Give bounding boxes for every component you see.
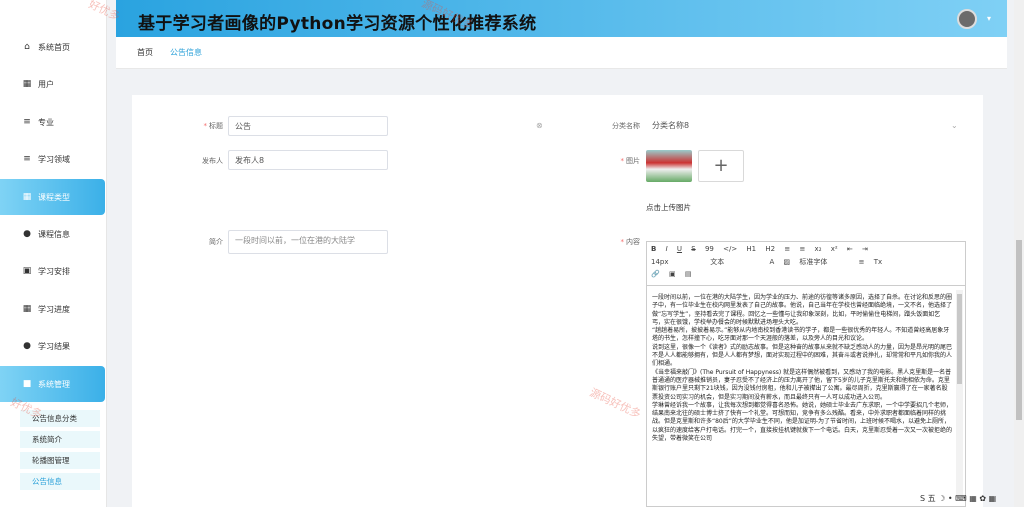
page-title: 基于学习者画像的Python学习资源个性化推荐系统 bbox=[138, 14, 537, 34]
clear-format-icon[interactable]: Tx bbox=[874, 258, 882, 266]
link-icon[interactable]: 🔗 bbox=[651, 270, 660, 278]
briefcase-icon: ■ bbox=[22, 379, 32, 389]
superscript-button[interactable]: x² bbox=[831, 245, 838, 253]
title-label: * 标题 bbox=[203, 122, 224, 130]
category-label: 分类名称 bbox=[612, 122, 640, 130]
strike-button[interactable]: S bbox=[691, 245, 695, 253]
summary-textarea[interactable]: 一段时间以前，一位在港的大陆学 bbox=[228, 230, 388, 254]
sidebar-item-label: 课程信息 bbox=[38, 229, 70, 239]
title-input[interactable]: 公告 bbox=[228, 116, 388, 136]
underline-button[interactable]: U bbox=[677, 245, 682, 253]
sidebar-item-progress[interactable]: ▦ 学习进度 bbox=[0, 291, 105, 327]
sidebar-item-label: 学习安排 bbox=[38, 266, 70, 276]
text-style-select[interactable]: 文本 bbox=[710, 257, 760, 267]
sidebar-item-label: 课程类型 bbox=[38, 192, 70, 202]
code-button[interactable]: </> bbox=[723, 245, 737, 253]
sidebar-item-users[interactable]: ▦ 用户 bbox=[0, 66, 105, 102]
sidebar-item-schedule[interactable]: ▣ 学习安排 bbox=[0, 253, 105, 289]
sidebar-item-field[interactable]: ≡ 学习领域 bbox=[0, 141, 105, 177]
sidebar-item-label: 学习进度 bbox=[38, 304, 70, 314]
font-family-select[interactable]: 标准字体 bbox=[799, 257, 849, 267]
page-scrollbar[interactable] bbox=[1014, 0, 1024, 507]
home-icon: ⌂ bbox=[24, 42, 30, 52]
editor-toolbar: B I U S 99 </> H1 H2 ≡ ≡ x₂ x² ⇤ ⇥ 14px … bbox=[647, 242, 965, 286]
breadcrumb-current: 公告信息 bbox=[170, 48, 202, 57]
avatar[interactable] bbox=[957, 9, 977, 29]
grid-icon: ▦ bbox=[22, 304, 32, 314]
grid-icon: ▦ bbox=[22, 192, 32, 202]
submenu-item-carousel[interactable]: 轮播图管理 bbox=[20, 452, 100, 469]
quote-button[interactable]: 99 bbox=[705, 245, 714, 253]
sidebar: ⌂ 系统首页 ▦ 用户 ≡ 专业 ≡ 学习领域 ▦ 课程类型 ● 课程信息 ▣ 学习安排 ▦ 学… bbox=[0, 0, 107, 507]
sidebar-item-course-info[interactable]: ● 课程信息 bbox=[0, 216, 105, 252]
upload-button[interactable]: + bbox=[698, 150, 744, 182]
subscript-button[interactable]: x₂ bbox=[815, 245, 822, 253]
image-icon[interactable]: ▣ bbox=[669, 270, 676, 278]
submenu-item-notice[interactable]: 公告信息 bbox=[20, 473, 100, 490]
summary-label: 简介 bbox=[209, 238, 223, 246]
chevron-down-icon[interactable]: ⌄ bbox=[951, 121, 958, 130]
user-icon: ● bbox=[23, 229, 31, 239]
sidebar-item-label: 用户 bbox=[38, 79, 54, 89]
list-icon: ≡ bbox=[23, 154, 31, 164]
grid-icon: ▦ bbox=[22, 79, 32, 89]
editor-content[interactable]: 一段时间以前，一位在港的大陆学生，因为学业的压力、前途的彷徨等诸多原因，选择了自… bbox=[652, 294, 952, 443]
upload-hint[interactable]: 点击上传图片 bbox=[646, 202, 691, 213]
bold-button[interactable]: B bbox=[651, 245, 656, 253]
rich-text-editor[interactable]: B I U S 99 </> H1 H2 ≡ ≡ x₂ x² ⇤ ⇥ 14px … bbox=[646, 241, 966, 507]
sidebar-item-label: 系统管理 bbox=[38, 379, 70, 389]
sidebar-item-result[interactable]: ● 学习结果 bbox=[0, 328, 105, 364]
list-icon: ≡ bbox=[23, 117, 31, 127]
h1-button[interactable]: H1 bbox=[746, 245, 756, 253]
uploaded-image-thumbnail[interactable] bbox=[646, 150, 692, 182]
publisher-input[interactable]: 发布人8 bbox=[228, 150, 388, 170]
image-label: * 图片 bbox=[620, 157, 641, 165]
content-label: * 内容 bbox=[620, 238, 641, 246]
outdent-button[interactable]: ⇤ bbox=[847, 245, 853, 253]
video-icon[interactable]: ▤ bbox=[685, 270, 692, 278]
publisher-label: 发布人 bbox=[202, 157, 223, 165]
font-size-select[interactable]: 14px bbox=[651, 258, 701, 266]
sidebar-item-home[interactable]: ⌂ 系统首页 bbox=[0, 29, 105, 65]
sidebar-item-label: 专业 bbox=[38, 117, 54, 127]
sidebar-item-course-type[interactable]: ▦ 课程类型 bbox=[0, 179, 105, 215]
clipboard-icon: ▣ bbox=[22, 266, 32, 276]
align-icon[interactable]: ≡ bbox=[859, 258, 865, 266]
highlight-icon[interactable]: ▨ bbox=[784, 258, 791, 266]
font-color-icon[interactable]: A bbox=[769, 258, 774, 266]
category-select[interactable]: 分类名称8 bbox=[646, 116, 966, 136]
clear-icon[interactable]: ⊗ bbox=[536, 121, 543, 130]
chevron-down-icon[interactable]: ▾ bbox=[987, 14, 991, 23]
pin-icon: ● bbox=[23, 341, 31, 351]
sidebar-item-major[interactable]: ≡ 专业 bbox=[0, 104, 105, 140]
editor-scrollbar[interactable] bbox=[956, 290, 963, 500]
italic-button[interactable]: I bbox=[666, 245, 668, 253]
ordered-list-button[interactable]: ≡ bbox=[784, 245, 790, 253]
breadcrumb-home[interactable]: 首页 bbox=[137, 47, 153, 58]
indent-button[interactable]: ⇥ bbox=[862, 245, 868, 253]
submenu-item-intro[interactable]: 系统简介 bbox=[20, 431, 100, 448]
ime-toolbar-icon[interactable]: S 五 ☽ • ⌨ ▦ ✿ ▦ bbox=[920, 493, 996, 504]
sidebar-item-label: 系统首页 bbox=[38, 42, 70, 52]
sidebar-item-label: 学习领域 bbox=[38, 154, 70, 164]
bullet-list-button[interactable]: ≡ bbox=[799, 245, 805, 253]
h2-button[interactable]: H2 bbox=[765, 245, 775, 253]
breadcrumb: 首页 公告信息 bbox=[116, 37, 1007, 69]
sidebar-item-label: 学习结果 bbox=[38, 341, 70, 351]
